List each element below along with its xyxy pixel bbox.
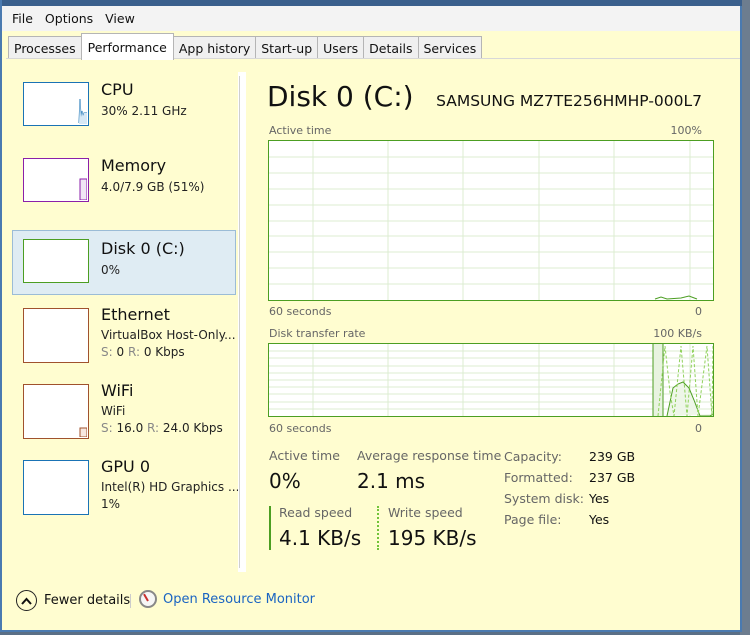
avg-response-value: 2.1 ms — [357, 469, 426, 493]
receive-label: R: — [127, 345, 140, 359]
disk-model: SAMSUNG MZ7TE256HMHP-000L7 — [436, 92, 702, 110]
avg-response-label: Average response time — [357, 448, 502, 463]
active-time-label: Active time — [269, 448, 340, 463]
disk-usage: 0% — [101, 263, 121, 277]
disk-thumbnail-graph — [23, 239, 89, 283]
write-speed-indicator — [377, 506, 379, 550]
tab-startup[interactable]: Start-up — [255, 36, 319, 59]
receive-value: 24.0 Kbps — [162, 421, 223, 435]
gpu-usage: 1% — [101, 497, 121, 511]
gpu-name: GPU 0 — [101, 457, 151, 476]
open-resource-monitor-link[interactable]: Open Resource Monitor — [139, 590, 315, 608]
active-time-graph-canvas — [269, 141, 713, 300]
cpu-thumbnail-graph — [23, 82, 89, 126]
tab-performance[interactable]: Performance — [80, 33, 174, 60]
send-value: 0 — [116, 345, 125, 359]
receive-label: R: — [147, 421, 160, 435]
write-speed-value: 195 KB/s — [388, 526, 477, 550]
cpu-name: CPU — [101, 80, 134, 99]
resource-monitor-icon — [139, 590, 157, 608]
transfer-rate-graph-label: Disk transfer rate — [269, 327, 366, 340]
tab-users[interactable]: Users — [317, 36, 365, 59]
formatted-value: 237 GB — [589, 470, 636, 485]
system-disk-value: Yes — [589, 491, 610, 506]
active-time-graph — [268, 140, 714, 301]
fewer-details-button[interactable]: Fewer details — [16, 590, 130, 611]
menu-view[interactable]: View — [105, 11, 135, 26]
tab-processes[interactable]: Processes — [8, 36, 82, 59]
menu-bar: File Options View — [2, 6, 740, 31]
gpu-model: Intel(R) HD Graphics ... — [101, 480, 240, 494]
chevron-up-icon — [16, 590, 37, 611]
cpu-sparkline — [78, 98, 87, 124]
tab-details[interactable]: Details — [363, 36, 419, 59]
ethernet-throughput: S: 0 R: 0 Kbps — [101, 345, 185, 359]
memory-thumbnail-graph — [23, 158, 89, 202]
ethernet-name: Ethernet — [101, 305, 170, 324]
page-file-value: Yes — [589, 512, 610, 527]
transfer-rate-graph — [268, 343, 714, 417]
tab-app-history[interactable]: App history — [172, 36, 257, 59]
cpu-usage: 30% 2.11 GHz — [101, 104, 187, 118]
sidebar-item-memory[interactable]: Memory 4.0/7.9 GB (51%) — [12, 152, 236, 228]
write-speed-label: Write speed — [388, 505, 463, 520]
transfer-rate-graph-right: 0 — [695, 422, 702, 435]
transfer-rate-graph-max: 100 KB/s — [653, 327, 702, 340]
resource-monitor-label: Open Resource Monitor — [163, 591, 316, 607]
receive-value: 0 Kbps — [143, 345, 185, 359]
wifi-throughput: S: 16.0 R: 24.0 Kbps — [101, 421, 223, 435]
wifi-thumbnail-graph — [23, 384, 89, 439]
active-time-graph-label: Active time — [269, 124, 332, 137]
page-file-label: Page file: — [504, 512, 562, 527]
tab-services[interactable]: Services — [417, 36, 483, 59]
sidebar-item-cpu[interactable]: CPU 30% 2.11 GHz — [12, 76, 236, 152]
wifi-adapter: WiFi — [101, 404, 126, 418]
menu-file[interactable]: File — [12, 11, 33, 26]
disk-name: Disk 0 (C:) — [101, 239, 185, 258]
sidebar-item-wifi[interactable]: WiFi WiFi S: 16.0 R: 24.0 Kbps — [12, 381, 236, 457]
tab-bar: Processes Performance App history Start-… — [8, 33, 483, 60]
formatted-label: Formatted: — [504, 470, 573, 485]
active-time-graph-max: 100% — [670, 124, 702, 137]
transfer-rate-graph-left: 60 seconds — [269, 422, 332, 435]
memory-name: Memory — [101, 156, 167, 175]
send-label: S: — [101, 345, 113, 359]
capacity-label: Capacity: — [504, 449, 562, 464]
gpu-thumbnail-graph — [23, 460, 89, 515]
page-title: Disk 0 (C:) — [267, 80, 414, 113]
fewer-details-label: Fewer details — [44, 593, 131, 608]
memory-usage: 4.0/7.9 GB (51%) — [101, 180, 205, 194]
scrollbar-track — [239, 76, 240, 568]
sidebar-item-ethernet[interactable]: Ethernet VirtualBox Host-Only... S: 0 R:… — [12, 305, 236, 381]
active-time-trace — [654, 295, 698, 300]
read-speed-label: Read speed — [279, 505, 353, 520]
sidebar-item-disk0[interactable]: Disk 0 (C:) 0% — [12, 230, 236, 295]
system-disk-label: System disk: — [504, 491, 584, 506]
resource-list: CPU 30% 2.11 GHz Memory 4.0/7.9 GB (51%)… — [12, 76, 240, 533]
sidebar-item-gpu0[interactable]: GPU 0 Intel(R) HD Graphics ... 1% — [12, 457, 240, 533]
footer-separator — [130, 594, 131, 608]
sidebar-scrollbar[interactable] — [238, 72, 246, 572]
ethernet-adapter: VirtualBox Host-Only... — [101, 328, 236, 342]
send-label: S: — [101, 421, 113, 435]
ethernet-thumbnail-graph — [23, 308, 89, 363]
active-time-value: 0% — [269, 469, 301, 493]
send-value: 16.0 — [116, 421, 144, 435]
wifi-name: WiFi — [101, 381, 134, 400]
task-manager-window: File Options View Processes Performance … — [0, 0, 742, 632]
active-time-graph-left: 60 seconds — [269, 305, 332, 318]
memory-sparkline — [79, 178, 88, 201]
read-speed-indicator — [269, 506, 271, 550]
menu-options[interactable]: Options — [45, 11, 93, 26]
active-time-graph-right: 0 — [695, 305, 702, 318]
capacity-value: 239 GB — [589, 449, 636, 464]
read-speed-value: 4.1 KB/s — [279, 526, 362, 550]
transfer-rate-graph-canvas — [269, 344, 713, 416]
wifi-sparkline — [79, 427, 88, 438]
